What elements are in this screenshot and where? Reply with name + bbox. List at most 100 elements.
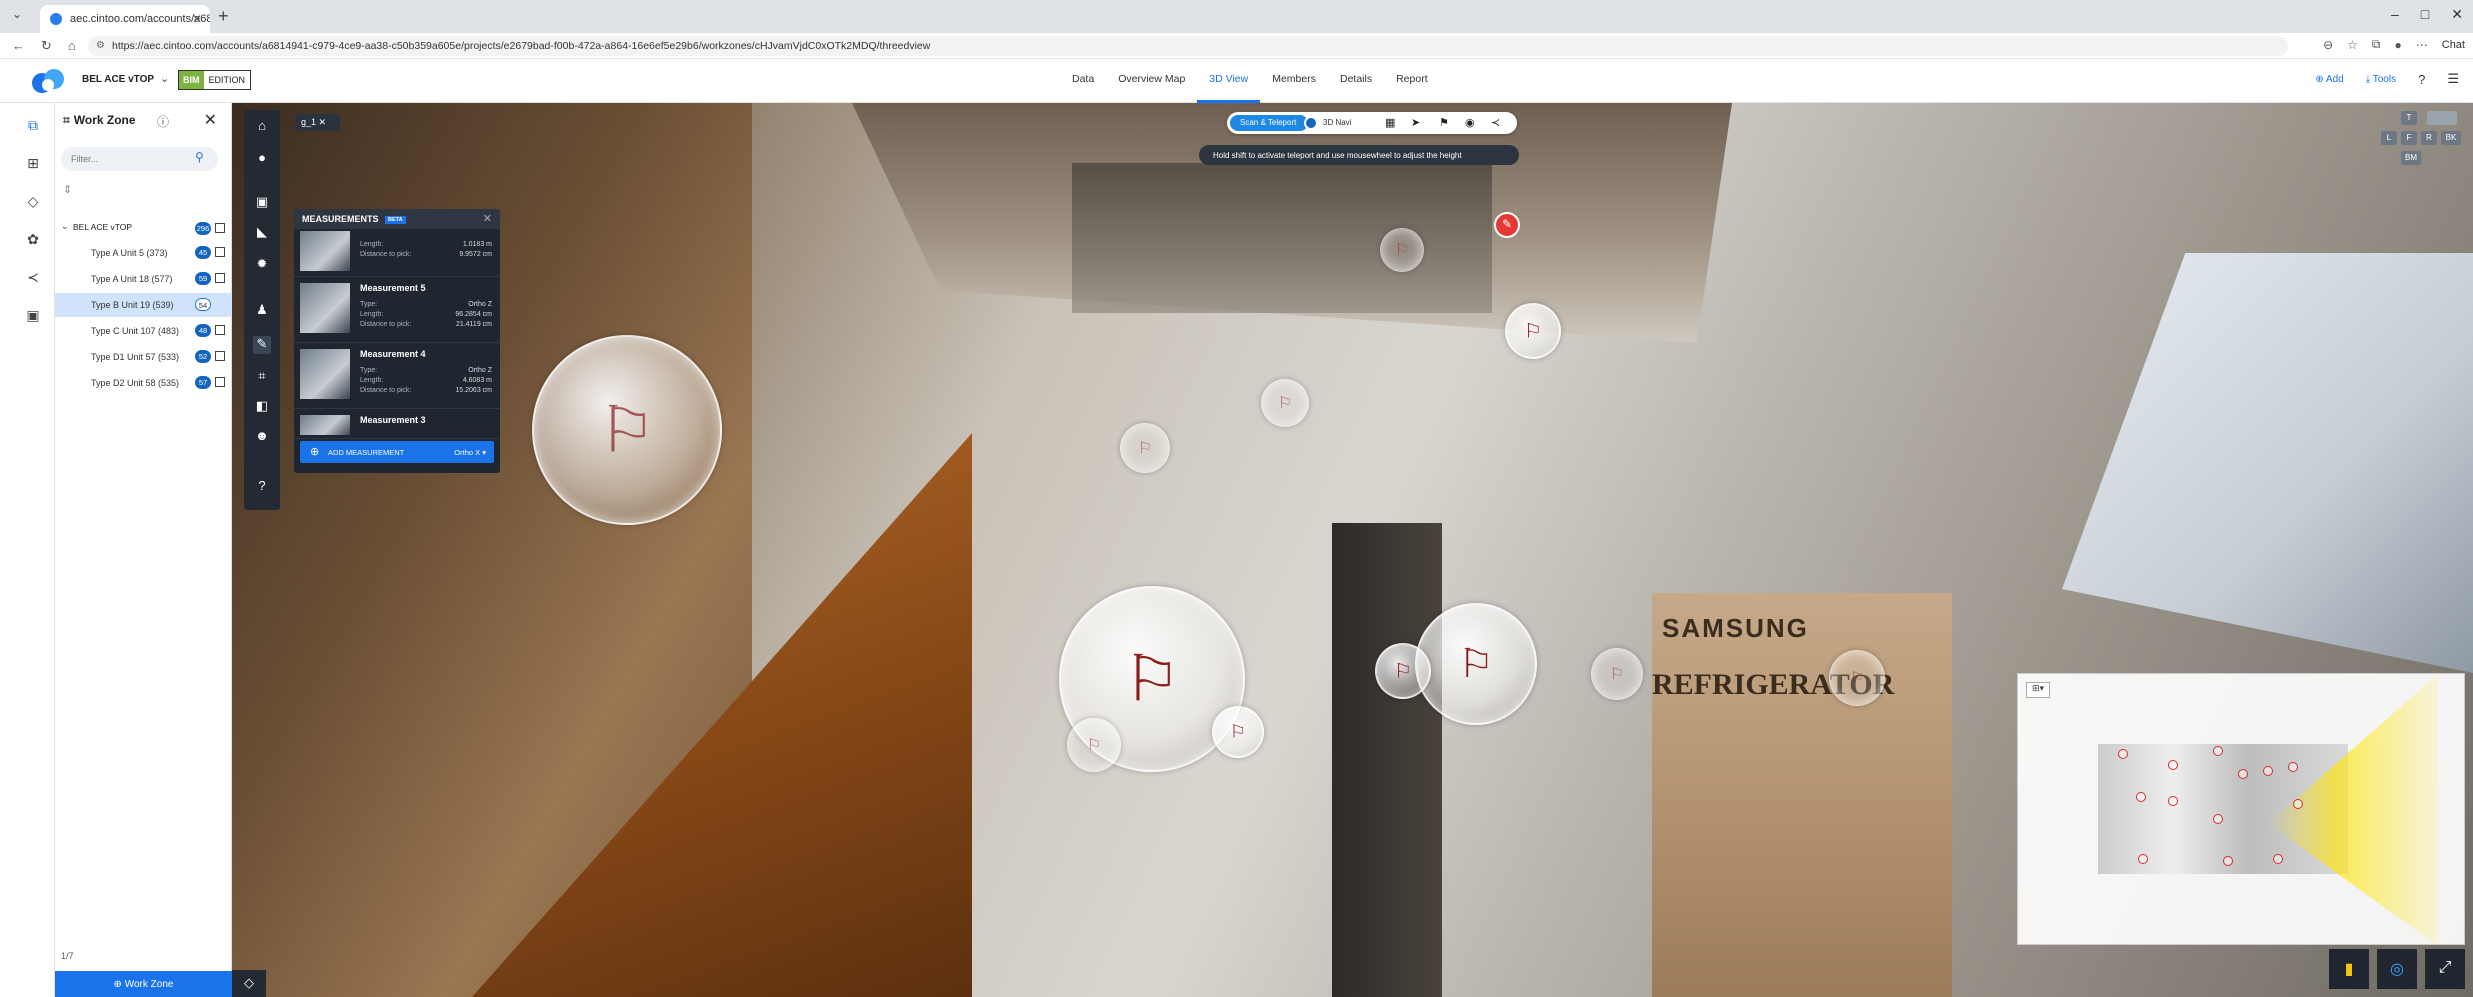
add-measurement-button[interactable]: ⊕ ADD MEASUREMENT Ortho X ▾ bbox=[300, 441, 494, 463]
scan-position-marker[interactable]: ⚐ bbox=[1591, 648, 1643, 700]
flag-icon[interactable]: ⚑ bbox=[1439, 116, 1449, 129]
map-scan-dot[interactable] bbox=[2238, 769, 2248, 779]
home-icon[interactable]: ⌂ bbox=[68, 38, 76, 54]
share-icon[interactable]: ≺ bbox=[1491, 116, 1500, 129]
checkbox[interactable] bbox=[215, 351, 225, 361]
tab-close-icon[interactable]: ✕ bbox=[192, 12, 202, 26]
locate-button[interactable]: ◇ bbox=[232, 970, 266, 997]
nav-details[interactable]: Details bbox=[1328, 59, 1384, 103]
map-scan-dot[interactable] bbox=[2288, 762, 2298, 772]
tree-row[interactable]: Type A Unit 5 (373) 45 bbox=[55, 241, 232, 265]
browser-tab[interactable]: aec.cintoo.com/accounts/a6814... ✕ bbox=[40, 5, 210, 33]
person-icon[interactable]: ♟ bbox=[253, 302, 271, 320]
close-icon[interactable]: ✕ bbox=[319, 117, 327, 127]
fullscreen-icon[interactable]: ⤢ bbox=[2425, 949, 2465, 989]
tree-row[interactable]: Type D2 Unit 58 (535) 57 bbox=[55, 371, 232, 395]
scan-position-marker[interactable]: ⚐ bbox=[1120, 423, 1170, 473]
add-button[interactable]: ⊕ Add bbox=[2315, 74, 2343, 85]
scan-position-marker[interactable]: ⚐ bbox=[1375, 643, 1431, 699]
nav-report[interactable]: Report bbox=[1384, 59, 1440, 103]
scan-position-marker[interactable]: ⚐ bbox=[1212, 706, 1264, 758]
chevron-down-icon[interactable]: ⌄ bbox=[61, 221, 69, 232]
scan-position-marker[interactable]: ⚐ bbox=[1415, 603, 1537, 725]
3d-viewport[interactable]: SAMSUNG REFRIGERATOR ⚐ ⚐ ⚐ ⚐ ⚐ ⚐ ⚐ ⚐ ⚐ ⚐… bbox=[232, 103, 2473, 997]
nav-3d-view[interactable]: 3D View bbox=[1197, 59, 1261, 103]
scan-position-marker[interactable]: ⚐ bbox=[1261, 379, 1309, 427]
tree-row[interactable]: Type C Unit 107 (483) 48 bbox=[55, 319, 232, 343]
gallery-icon[interactable]: ▣ bbox=[24, 307, 42, 325]
flashlight-icon[interactable]: ◣ bbox=[253, 224, 271, 242]
view-front[interactable]: F bbox=[2401, 131, 2417, 145]
back-icon[interactable]: ← bbox=[12, 38, 25, 54]
measurement-item[interactable]: Measurement 4 Type: Ortho Z Length: 4.6083… bbox=[294, 343, 500, 409]
minimize-button[interactable]: – bbox=[2391, 6, 2399, 23]
map-scan-dot[interactable] bbox=[2223, 856, 2233, 866]
hamburger-menu-icon[interactable]: ☰ bbox=[2447, 71, 2459, 87]
share-icon[interactable]: ≺ bbox=[24, 269, 42, 287]
camera-icon[interactable]: ◉ bbox=[1465, 116, 1475, 129]
pointer-icon[interactable]: ➤ bbox=[1411, 116, 1420, 129]
view-bottom[interactable]: BM bbox=[2401, 151, 2421, 165]
map-scan-dot[interactable] bbox=[2138, 854, 2148, 864]
visitor-icon[interactable]: ☻ bbox=[253, 428, 271, 446]
nav-overview-map[interactable]: Overview Map bbox=[1106, 59, 1197, 103]
extensions-icon[interactable]: ⧉ bbox=[2372, 37, 2381, 52]
tree-row[interactable]: Type A Unit 18 (577) 59 bbox=[55, 267, 232, 291]
layers-icon[interactable]: ◧ bbox=[253, 398, 271, 416]
nav-members[interactable]: Members bbox=[1260, 59, 1328, 103]
help-icon[interactable]: ? bbox=[2418, 72, 2425, 87]
crop-icon[interactable]: ⌗ bbox=[253, 368, 271, 386]
site-info-icon[interactable]: ⚙ bbox=[96, 40, 105, 51]
filter-icon[interactable]: ⚲ bbox=[195, 150, 204, 164]
close-icon[interactable]: ✕ bbox=[204, 110, 217, 130]
nav-data[interactable]: Data bbox=[1060, 59, 1106, 103]
checkbox[interactable] bbox=[215, 273, 225, 283]
settings-icon[interactable]: ✹ bbox=[253, 256, 271, 274]
measurement-item[interactable]: Length: 1.0183 m Distance to pick: 9.9572 … bbox=[294, 229, 500, 277]
map-scan-dot[interactable] bbox=[2213, 746, 2223, 756]
image-icon[interactable]: ▣ bbox=[253, 194, 271, 212]
zoom-icon[interactable]: ⊖ bbox=[2323, 38, 2333, 52]
tree-row-selected[interactable]: Type B Unit 19 (539) 54 bbox=[55, 293, 232, 317]
checkbox[interactable] bbox=[215, 247, 225, 257]
home-icon[interactable]: ⌂ bbox=[253, 118, 271, 136]
keyboard-icon[interactable]: ▦ bbox=[1385, 116, 1395, 129]
tools-button[interactable]: ⤓ Tools bbox=[2366, 74, 2396, 85]
mini-map[interactable]: ⊞▾ bbox=[2017, 673, 2465, 945]
scan-position-marker[interactable]: ⚐ bbox=[1380, 228, 1424, 272]
map-scan-dot[interactable] bbox=[2118, 749, 2128, 759]
project-name[interactable]: BEL ACE vTOP bbox=[82, 74, 154, 85]
tree-row[interactable]: Type D1 Unit 57 (533) 52 bbox=[55, 345, 232, 369]
map-scan-dot[interactable] bbox=[2273, 854, 2283, 864]
models-icon[interactable]: ✿ bbox=[24, 231, 42, 249]
bookmark-icon[interactable]: ☆ bbox=[2347, 38, 2358, 52]
sort-icon[interactable]: ⇕ bbox=[63, 183, 72, 196]
scan-position-marker[interactable]: ⚐ bbox=[1505, 303, 1561, 359]
sphere-icon[interactable]: ● bbox=[253, 150, 271, 168]
maximize-button[interactable]: □ bbox=[2421, 6, 2429, 23]
cube-icon[interactable]: ◇ bbox=[24, 193, 42, 211]
view-left[interactable]: L bbox=[2381, 131, 2397, 145]
3d-navi-mode[interactable]: 3D Navi bbox=[1323, 118, 1351, 127]
tree-icon[interactable]: ⊞ bbox=[24, 155, 42, 173]
checkbox[interactable] bbox=[215, 325, 225, 335]
scan-position-marker[interactable]: ⚐ bbox=[1067, 718, 1121, 772]
tree-root[interactable]: ⌄ BEL ACE vTOP 296 bbox=[61, 217, 226, 237]
map-scan-dot[interactable] bbox=[2136, 792, 2146, 802]
close-icon[interactable]: ✕ bbox=[483, 212, 492, 225]
scan-position-marker[interactable]: ⚐ bbox=[1829, 650, 1885, 706]
view-right[interactable]: R bbox=[2421, 131, 2437, 145]
workzone-icon[interactable]: ⧉ bbox=[24, 117, 42, 135]
mode-toggle[interactable] bbox=[1304, 116, 1318, 130]
view-top[interactable]: T bbox=[2401, 111, 2417, 125]
reload-icon[interactable]: ↻ bbox=[41, 38, 52, 54]
ortho-select[interactable]: Ortho X ▾ bbox=[454, 448, 486, 457]
close-window-button[interactable]: ✕ bbox=[2451, 6, 2463, 23]
help-icon[interactable]: ? bbox=[253, 478, 271, 496]
integration-icon[interactable]: ◎ bbox=[2377, 949, 2417, 989]
map-scan-dot[interactable] bbox=[2168, 796, 2178, 806]
map-scan-dot[interactable] bbox=[2293, 799, 2303, 809]
help-circle-icon[interactable]: ⓘ bbox=[157, 113, 169, 130]
map-scan-dot[interactable] bbox=[2168, 760, 2178, 770]
powerbi-icon[interactable]: ▮ bbox=[2329, 949, 2369, 989]
